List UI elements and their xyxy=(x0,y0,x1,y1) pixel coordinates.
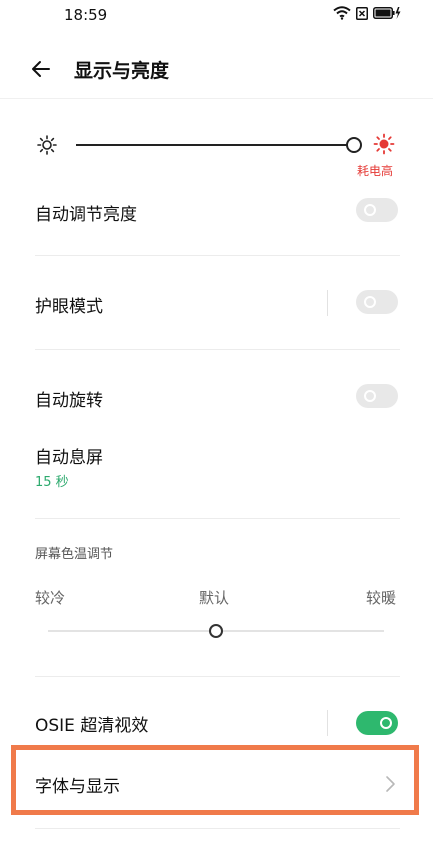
divider xyxy=(35,349,400,350)
divider xyxy=(35,518,400,519)
color-temperature-slider-handle[interactable] xyxy=(209,624,223,638)
brightness-low-icon xyxy=(37,135,57,155)
power-consumption-hint: 耗电高 xyxy=(357,164,394,178)
color-temperature-title: 屏幕色温调节 xyxy=(35,547,114,562)
eye-care-row[interactable]: 护眼模式 xyxy=(0,287,433,327)
eye-care-label: 护眼模式 xyxy=(35,297,103,317)
divider xyxy=(35,828,400,829)
page-title: 显示与亮度 xyxy=(74,60,170,82)
auto-rotate-row[interactable]: 自动旋转 xyxy=(0,381,433,421)
divider xyxy=(35,255,400,256)
brightness-slider-handle[interactable] xyxy=(346,137,362,153)
no-sim-icon xyxy=(356,6,368,20)
color-temp-warmer-label: 较暖 xyxy=(366,589,397,607)
status-icons xyxy=(333,6,401,20)
screen-timeout-value: 15 秒 xyxy=(35,475,69,490)
brightness-slider[interactable] xyxy=(0,128,433,158)
status-time: 18:59 xyxy=(64,6,108,24)
auto-rotate-toggle[interactable] xyxy=(356,384,398,408)
eye-care-toggle[interactable] xyxy=(356,290,398,314)
row-separator xyxy=(327,290,328,316)
color-temp-cooler-label: 较冷 xyxy=(35,589,66,607)
app-header: 显示与亮度 xyxy=(0,40,433,99)
osie-label: OSIE 超清视效 xyxy=(35,716,149,736)
color-temp-default-label: 默认 xyxy=(199,589,230,607)
screen-timeout-row[interactable]: 自动息屏 15 秒 xyxy=(0,440,433,495)
back-arrow-icon[interactable] xyxy=(28,56,54,82)
display-brightness-settings-page: 18:59 显示与亮度 耗电高 自动调节亮度 护眼模式 自动旋转 自动息屏 15… xyxy=(0,0,433,842)
divider xyxy=(35,676,400,677)
auto-rotate-label: 自动旋转 xyxy=(35,391,103,411)
highlight-box xyxy=(11,745,419,815)
auto-brightness-toggle[interactable] xyxy=(356,198,398,222)
wifi-icon xyxy=(333,6,351,20)
osie-toggle[interactable] xyxy=(356,711,398,735)
row-separator xyxy=(327,710,328,736)
screen-timeout-label: 自动息屏 xyxy=(35,448,103,468)
auto-brightness-row[interactable]: 自动调节亮度 xyxy=(0,195,433,235)
status-bar: 18:59 xyxy=(0,0,433,30)
auto-brightness-label: 自动调节亮度 xyxy=(35,205,137,225)
osie-row[interactable]: OSIE 超清视效 xyxy=(0,709,433,739)
brightness-high-icon xyxy=(373,133,395,155)
battery-charging-icon xyxy=(373,7,401,19)
brightness-slider-track[interactable] xyxy=(76,144,353,146)
